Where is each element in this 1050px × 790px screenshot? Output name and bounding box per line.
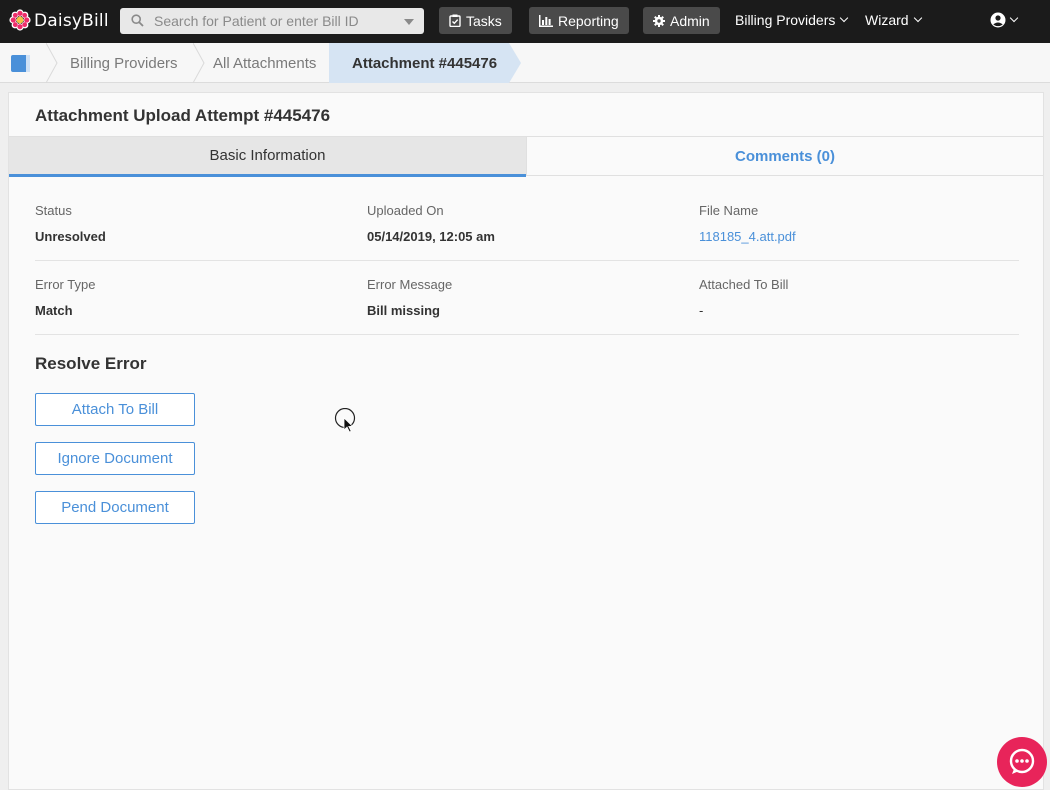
attach-to-bill-button[interactable]: Attach To Bill bbox=[35, 393, 195, 426]
user-circle-icon bbox=[990, 12, 1006, 28]
wizard-menu[interactable]: Wizard bbox=[865, 12, 922, 28]
tab-basic-information[interactable]: Basic Information bbox=[9, 137, 526, 177]
mouse-cursor-icon bbox=[334, 408, 356, 432]
breadcrumb-current-tip bbox=[509, 43, 521, 83]
breadcrumb-separator bbox=[193, 43, 205, 83]
tab-bar: Basic Information Comments (0) bbox=[9, 136, 1043, 177]
wizard-label: Wizard bbox=[865, 12, 909, 28]
breadcrumb-billing-providers[interactable]: Billing Providers bbox=[70, 55, 178, 72]
brand-name[interactable]: DaisyBill bbox=[34, 11, 109, 31]
search-placeholder: Search for Patient or enter Bill ID bbox=[154, 13, 359, 29]
search-dropdown-caret-icon[interactable] bbox=[404, 19, 414, 25]
divider bbox=[35, 334, 1019, 335]
uploaded-on-value: 05/14/2019, 12:05 am bbox=[367, 229, 495, 244]
chat-button[interactable] bbox=[997, 737, 1047, 787]
breadcrumb-all-attachments[interactable]: All Attachments bbox=[213, 55, 316, 72]
user-menu[interactable] bbox=[990, 12, 1019, 28]
clipboard-check-icon bbox=[449, 14, 461, 27]
error-message-value: Bill missing bbox=[367, 303, 440, 318]
breadcrumb-separator bbox=[46, 43, 58, 83]
reporting-button[interactable]: Reporting bbox=[529, 7, 629, 34]
pend-document-button[interactable]: Pend Document bbox=[35, 491, 195, 524]
status-label: Status bbox=[35, 203, 72, 218]
attachment-card: Attachment Upload Attempt #445476 Basic … bbox=[8, 92, 1044, 790]
search-icon bbox=[131, 14, 144, 27]
chevron-down-icon bbox=[1009, 13, 1019, 23]
status-value: Unresolved bbox=[35, 229, 106, 244]
file-name-link[interactable]: 118185_4.att.pdf bbox=[699, 229, 796, 244]
tasks-label: Tasks bbox=[466, 12, 502, 29]
billing-providers-menu[interactable]: Billing Providers bbox=[735, 12, 849, 28]
bar-chart-icon bbox=[539, 14, 553, 27]
page-title: Attachment Upload Attempt #445476 bbox=[35, 106, 331, 125]
daisy-logo-icon[interactable] bbox=[9, 9, 31, 31]
breadcrumb-home[interactable] bbox=[0, 43, 46, 83]
breadcrumb: Billing Providers All Attachments Attach… bbox=[0, 43, 1050, 83]
patient-search-input[interactable]: Search for Patient or enter Bill ID bbox=[120, 8, 424, 34]
error-message-label: Error Message bbox=[367, 277, 453, 292]
uploaded-on-label: Uploaded On bbox=[367, 203, 444, 218]
attached-to-bill-value: - bbox=[699, 303, 704, 318]
ignore-document-button[interactable]: Ignore Document bbox=[35, 442, 195, 475]
admin-label: Admin bbox=[670, 12, 710, 29]
error-type-value: Match bbox=[35, 303, 73, 318]
chevron-down-icon bbox=[840, 13, 849, 23]
billing-providers-label: Billing Providers bbox=[735, 12, 836, 28]
gear-icon bbox=[653, 14, 665, 27]
chat-icon bbox=[1009, 748, 1035, 774]
divider bbox=[35, 260, 1019, 261]
top-navbar: DaisyBill Search for Patient or enter Bi… bbox=[0, 0, 1050, 43]
attached-to-bill-label: Attached To Bill bbox=[699, 277, 789, 292]
chevron-down-icon bbox=[913, 13, 922, 23]
tasks-button[interactable]: Tasks bbox=[439, 7, 512, 34]
breadcrumb-current: Attachment #445476 bbox=[352, 55, 498, 72]
admin-button[interactable]: Admin bbox=[643, 7, 720, 34]
home-icon bbox=[11, 55, 30, 72]
tab-comments[interactable]: Comments (0) bbox=[526, 137, 1043, 176]
error-type-label: Error Type bbox=[35, 277, 96, 292]
resolve-error-heading: Resolve Error bbox=[35, 354, 147, 373]
reporting-label: Reporting bbox=[558, 12, 619, 29]
file-name-label: File Name bbox=[699, 203, 759, 218]
